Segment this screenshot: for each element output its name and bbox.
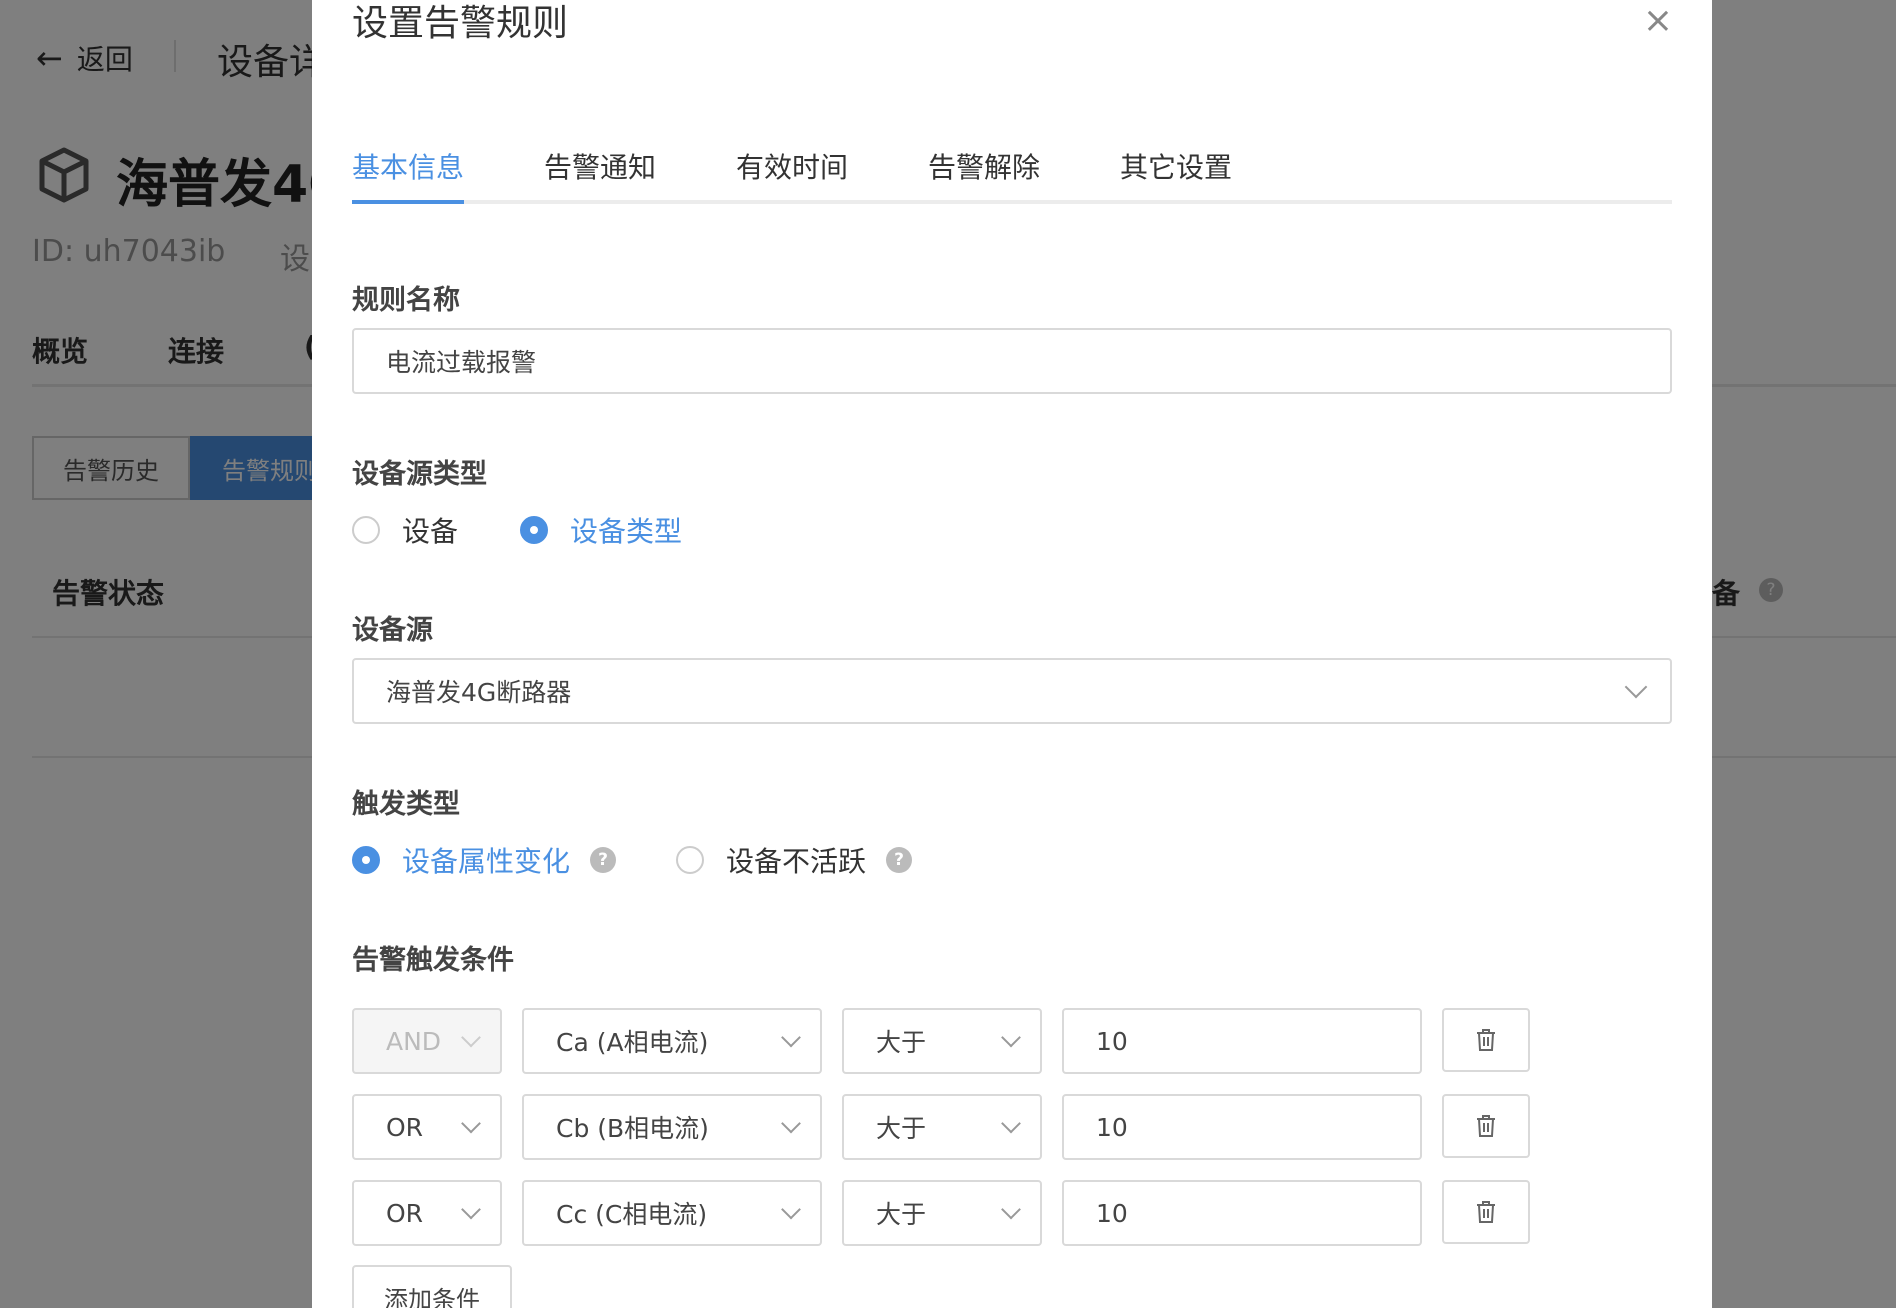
- logic-value: AND: [386, 1026, 442, 1056]
- property-value: Ca (A相电流): [556, 1028, 709, 1057]
- radio-device-inactive[interactable]: 设备不活跃: [676, 840, 866, 880]
- tab-other-settings[interactable]: 其它设置: [1120, 146, 1232, 200]
- property-select[interactable]: Ca (A相电流): [522, 1008, 822, 1074]
- logic-select: AND: [352, 1008, 502, 1074]
- operator-select[interactable]: 大于: [842, 1008, 1042, 1074]
- threshold-input[interactable]: 10: [1062, 1180, 1422, 1246]
- device-source-value: 海普发4G断路器: [386, 678, 572, 707]
- threshold-value: 10: [1096, 1112, 1128, 1142]
- trash-icon: [1477, 1115, 1495, 1137]
- chevron-down-icon: [461, 1199, 481, 1220]
- property-select[interactable]: Cb (B相电流): [522, 1094, 822, 1160]
- conditions-label: 告警触发条件: [352, 945, 514, 976]
- logic-value: OR: [386, 1198, 424, 1228]
- tab-alarm-notify[interactable]: 告警通知: [544, 146, 656, 200]
- device-source-label: 设备源: [352, 615, 433, 646]
- operator-value: 大于: [876, 1028, 927, 1057]
- operator-select[interactable]: 大于: [842, 1180, 1042, 1246]
- chevron-down-icon: [461, 1027, 481, 1048]
- radio-circle-selected: [520, 516, 549, 544]
- threshold-value: 10: [1096, 1026, 1128, 1056]
- source-type-label: 设备源类型: [352, 459, 487, 490]
- rule-name-label: 规则名称: [352, 285, 460, 316]
- close-icon[interactable]: ×: [1638, 0, 1678, 41]
- operator-value: 大于: [876, 1114, 927, 1143]
- radio-circle: [676, 846, 705, 874]
- property-value: Cb (B相电流): [556, 1114, 709, 1143]
- device-source-select[interactable]: 海普发4G断路器: [352, 658, 1672, 724]
- tab-valid-time[interactable]: 有效时间: [736, 146, 848, 200]
- trash-icon: [1477, 1029, 1495, 1051]
- chevron-down-icon: [1001, 1113, 1021, 1134]
- radio-device[interactable]: 设备: [352, 510, 458, 550]
- threshold-input[interactable]: 10: [1062, 1008, 1422, 1074]
- modal-tabs: 基本信息 告警通知 有效时间 告警解除 其它设置: [352, 146, 1672, 204]
- radio-label: 设备: [402, 515, 459, 548]
- chevron-down-icon: [1001, 1027, 1021, 1048]
- radio-label: 设备属性变化: [402, 845, 571, 878]
- trash-icon: [1477, 1201, 1495, 1223]
- logic-value: OR: [386, 1112, 424, 1142]
- active-tab-indicator: [352, 200, 464, 204]
- add-condition-button[interactable]: 添加条件: [352, 1265, 512, 1308]
- radio-label: 设备类型: [570, 515, 683, 548]
- radio-device-type[interactable]: 设备类型: [520, 510, 682, 550]
- radio-circle: [352, 516, 380, 544]
- logic-select[interactable]: OR: [352, 1180, 502, 1246]
- operator-value: 大于: [876, 1200, 927, 1229]
- chevron-down-icon: [461, 1113, 481, 1134]
- alarm-rule-modal: 设置告警规则 × 基本信息 告警通知 有效时间 告警解除 其它设置 规则名称 电…: [312, 0, 1712, 1308]
- chevron-down-icon: [781, 1027, 801, 1048]
- property-value: Cc (C相电流): [556, 1200, 708, 1229]
- radio-property-change[interactable]: 设备属性变化: [352, 840, 570, 880]
- delete-condition-button[interactable]: [1442, 1094, 1530, 1158]
- chevron-down-icon: [1001, 1199, 1021, 1220]
- threshold-input[interactable]: 10: [1062, 1094, 1422, 1160]
- threshold-value: 10: [1096, 1198, 1128, 1228]
- trigger-type-radio-group: 设备属性变化 ? 设备不活跃 ?: [352, 840, 913, 880]
- source-type-radio-group: 设备 设备类型: [352, 510, 682, 550]
- operator-select[interactable]: 大于: [842, 1094, 1042, 1160]
- tab-alarm-clear[interactable]: 告警解除: [928, 146, 1040, 200]
- rule-name-value: 电流过载报警: [386, 348, 537, 377]
- trigger-type-label: 触发类型: [352, 789, 460, 820]
- delete-condition-button[interactable]: [1442, 1180, 1530, 1244]
- logic-select[interactable]: OR: [352, 1094, 502, 1160]
- delete-condition-button[interactable]: [1442, 1008, 1530, 1072]
- help-icon[interactable]: ?: [886, 847, 913, 873]
- chevron-down-icon: [1624, 675, 1648, 699]
- tab-basic-info[interactable]: 基本信息: [352, 146, 464, 200]
- radio-label: 设备不活跃: [726, 845, 867, 878]
- rule-name-input[interactable]: 电流过载报警: [352, 328, 1672, 394]
- property-select[interactable]: Cc (C相电流): [522, 1180, 822, 1246]
- chevron-down-icon: [781, 1199, 801, 1220]
- help-icon[interactable]: ?: [590, 847, 617, 873]
- radio-circle-selected: [352, 846, 380, 874]
- modal-title: 设置告警规则: [352, 3, 569, 44]
- chevron-down-icon: [781, 1113, 801, 1134]
